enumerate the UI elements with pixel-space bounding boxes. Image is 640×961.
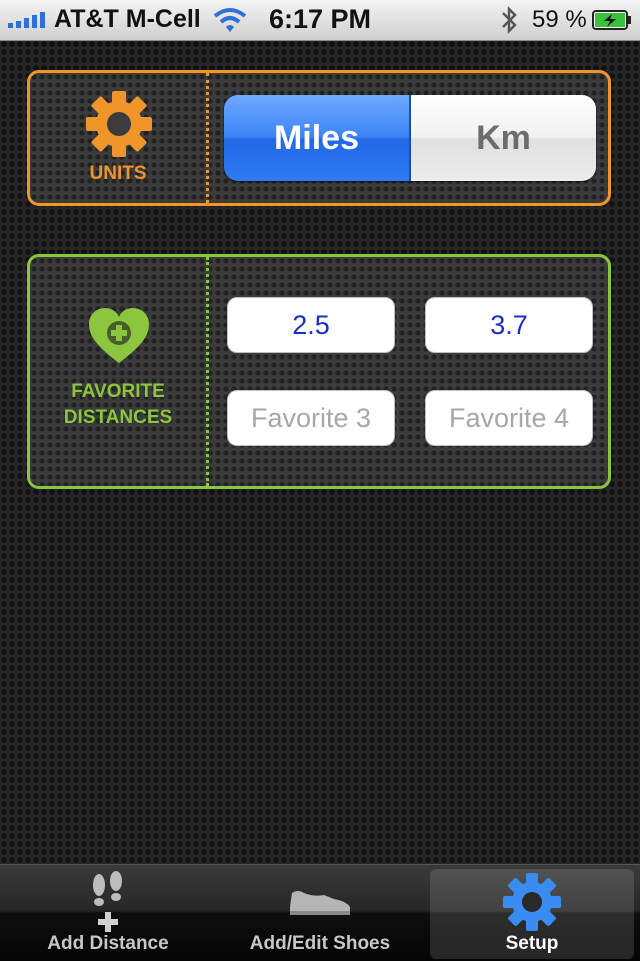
favorite-3-field[interactable]: Favorite 3 [227,390,395,446]
status-bar: AT&T M-Cell 6:17 PM 59 % [0,0,640,41]
gear-icon [503,873,561,931]
units-panel: UNITS Miles Km [27,70,611,206]
units-divider [206,73,209,203]
tab-label-setup: Setup [505,933,559,954]
favorite-label-line1: FAVORITE [71,381,165,402]
heart-plus-icon [89,308,149,363]
tab-bar: Add Distance Add/Edit Shoes Setup [0,864,640,961]
tab-label-add-distance: Add Distance [47,933,169,954]
bluetooth-icon [502,5,517,35]
units-label: UNITS [89,163,147,184]
tab-setup[interactable]: Setup [430,869,634,959]
battery-percent: 59 % [532,6,587,33]
units-segmented-control[interactable]: Miles Km [224,95,596,181]
tab-add-edit-shoes[interactable]: Add/Edit Shoes [220,869,420,959]
tab-add-distance[interactable]: Add Distance [8,869,208,959]
shoe-icon [290,891,350,915]
tab-label-add-edit-shoes: Add/Edit Shoes [249,933,391,954]
gear-icon [86,91,152,157]
favorite-1-field[interactable]: 2.5 [227,297,395,353]
favorites-divider [206,257,209,486]
favorite-distances-label: FAVORITE DISTANCES [30,379,206,431]
footprints-plus-icon [93,871,122,932]
battery-charging-icon [592,10,631,30]
favorite-distances-panel: FAVORITE DISTANCES 2.5 3.7 Favorite 3 Fa… [27,254,611,489]
km-segment[interactable]: Km [411,95,596,181]
favorite-4-field[interactable]: Favorite 4 [425,390,593,446]
miles-segment[interactable]: Miles [224,95,411,181]
favorite-label-line2: DISTANCES [63,407,173,428]
favorite-2-field[interactable]: 3.7 [425,297,593,353]
